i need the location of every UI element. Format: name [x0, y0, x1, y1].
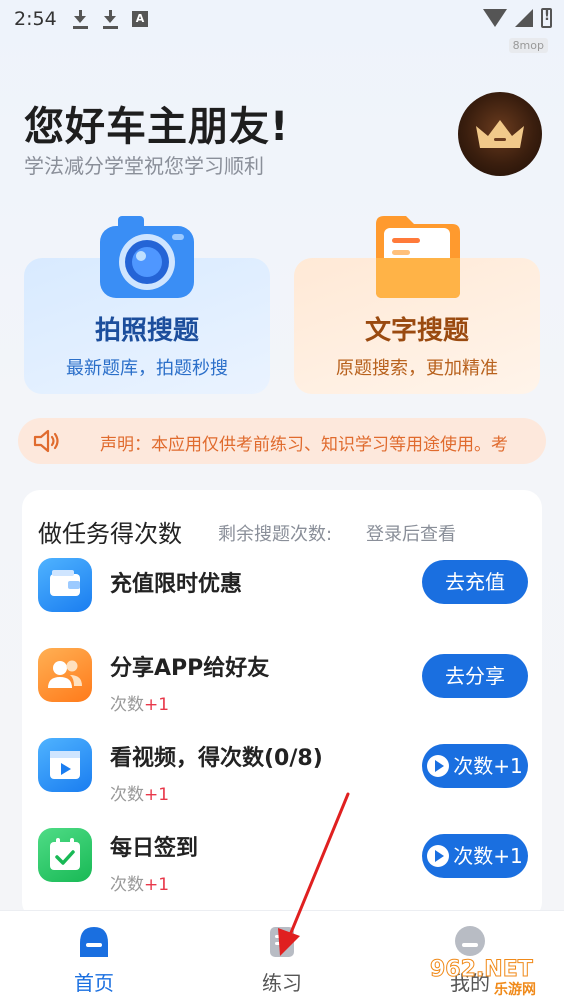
notice-bar: 声明：本应用仅供考前练习、知识学习等用途使用。考: [18, 418, 546, 464]
download-icon: [72, 8, 88, 30]
task-reward: 次数+1: [110, 690, 169, 715]
remaining-count-label: 剩余搜题次数:: [218, 524, 333, 545]
task-reward-plus: +1: [144, 695, 170, 715]
text-search-title: 文字搜题: [364, 316, 469, 346]
checkin-button[interactable]: 次数+1: [422, 834, 528, 878]
task-name: 看视频，得次数(0/8): [110, 746, 323, 771]
tab-home[interactable]: 首页: [0, 911, 188, 1004]
speaker-icon: [33, 429, 59, 453]
task-reward: 次数+1: [110, 780, 169, 805]
notice-text: 声明：本应用仅供考前练习、知识学习等用途使用。考: [100, 435, 508, 455]
crown-icon: [476, 120, 524, 148]
greeting-title: 您好车主朋友!: [24, 104, 290, 150]
task-reward-label: 次数: [110, 785, 144, 805]
text-search-desc: 原题搜索，更加精准: [336, 358, 498, 379]
play-icon: [427, 755, 450, 777]
task-reward-plus: +1: [144, 875, 170, 895]
tab-home-label: 首页: [74, 971, 114, 995]
signal-icon: [515, 9, 533, 27]
status-time: 2:54: [14, 8, 57, 30]
watch-video-button-label: 次数+1: [453, 754, 523, 778]
home-icon: [80, 927, 108, 957]
greeting-subtitle: 学法减分学堂祝您学习顺利: [24, 154, 264, 178]
watch-video-button[interactable]: 次数+1: [422, 744, 528, 788]
tasks-panel-title: 做任务得次数: [38, 520, 182, 548]
vip-avatar[interactable]: [458, 92, 542, 176]
camera-icon: [100, 216, 194, 298]
wallet-icon: [38, 558, 92, 612]
task-share: 分享APP给好友 次数+1 去分享: [38, 648, 528, 715]
site-watermark-logo: 962.NET 乐游网: [430, 957, 537, 999]
calendar-check-icon: [38, 828, 92, 882]
corner-watermark: 8mop: [508, 38, 548, 53]
task-reward-label: 次数: [110, 695, 144, 715]
recharge-button[interactable]: 去充值: [422, 560, 528, 604]
folder-icon: [376, 216, 460, 298]
practice-icon: [270, 927, 294, 957]
photo-search-title: 拍照搜题: [94, 316, 199, 346]
task-reward-label: 次数: [110, 875, 144, 895]
site-watermark-subtext: 乐游网: [494, 981, 536, 998]
task-recharge: 充值限时优惠 去充值: [38, 558, 528, 618]
task-name: 分享APP给好友: [110, 656, 270, 681]
wifi-icon: [483, 9, 507, 27]
task-name: 充值限时优惠: [110, 572, 243, 597]
task-name: 每日签到: [110, 836, 199, 861]
status-notifications: A: [72, 8, 148, 30]
video-icon: [38, 738, 92, 792]
task-watch-video: 看视频，得次数(0/8) 次数+1 次数+1: [38, 738, 528, 805]
users-icon: [38, 648, 92, 702]
tab-practice-label: 练习: [262, 971, 302, 995]
task-reward: 次数+1: [110, 870, 169, 895]
download-icon: [102, 8, 118, 30]
status-bar: 2:54 A: [0, 0, 564, 40]
task-reward-plus: +1: [144, 785, 170, 805]
battery-icon: [541, 8, 552, 28]
remaining-count-value[interactable]: 登录后查看: [366, 520, 456, 546]
status-system-icons: [483, 8, 552, 28]
site-watermark-text: 962.NET: [430, 957, 533, 982]
task-daily-checkin: 每日签到 次数+1 次数+1: [38, 828, 528, 895]
tab-practice[interactable]: 练习: [188, 911, 376, 1004]
text-a-icon: A: [132, 11, 148, 27]
checkin-button-label: 次数+1: [453, 844, 523, 868]
tasks-panel: 做任务得次数 剩余搜题次数: 登录后查看 充值限时优惠 去充值 分享APP给好友…: [22, 490, 542, 920]
photo-search-desc: 最新题库，拍题秒搜: [66, 358, 228, 379]
share-button[interactable]: 去分享: [422, 654, 528, 698]
play-icon: [427, 845, 450, 867]
